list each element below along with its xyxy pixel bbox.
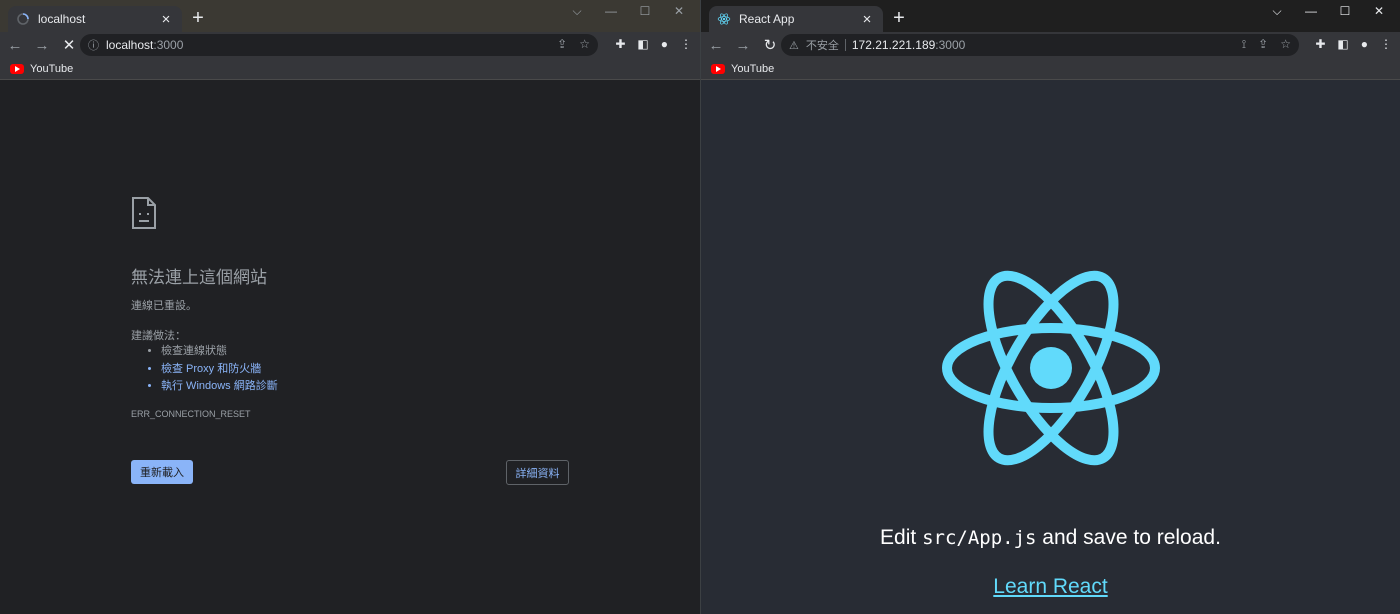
- side-panel-icon[interactable]: ◧: [1337, 37, 1348, 51]
- close-tab-icon[interactable]: ×: [859, 12, 875, 27]
- extensions-icon[interactable]: ✚: [615, 37, 625, 51]
- learn-react-link[interactable]: Learn React: [701, 575, 1400, 599]
- forward-button[interactable]: →: [731, 37, 755, 54]
- error-page: 無法連上這個網站 連線已重設。 建議做法： 檢查連線狀態 檢查 Proxy 和防…: [0, 81, 700, 614]
- profile-icon[interactable]: ●: [661, 37, 668, 51]
- omnibox-divider: [844, 39, 846, 51]
- url-port: :3000: [935, 38, 966, 52]
- youtube-icon: [711, 63, 725, 74]
- error-subtitle: 連線已重設。: [131, 300, 197, 312]
- share-icon[interactable]: ⇪: [557, 37, 567, 51]
- bookmark-youtube[interactable]: YouTube: [30, 63, 73, 75]
- reload-icon[interactable]: ↻: [758, 36, 782, 54]
- suggestions-list: 檢查連線狀態 檢查 Proxy 和防火牆 執行 Windows 網路診斷: [147, 343, 278, 396]
- tab-react-app[interactable]: React App ×: [709, 6, 883, 32]
- tab-title: localhost: [38, 12, 86, 26]
- tab-strip: localhost × + ⌵ — ☐ ✕: [0, 0, 700, 32]
- url-host: localhost: [106, 38, 154, 52]
- maximize-icon[interactable]: ☐: [628, 4, 662, 19]
- edit-file-path: src/App.js: [922, 527, 1037, 549]
- not-secure-label[interactable]: 不安全: [806, 37, 839, 53]
- address-bar[interactable]: ⚠ 不安全 172.21.221.189:3000 ⟟ ⇪ ☆: [781, 34, 1299, 56]
- extensions-icon[interactable]: ✚: [1315, 37, 1325, 51]
- bookmarks-bar: YouTube: [0, 58, 700, 80]
- network-diagnostics-link[interactable]: 執行 Windows 網路診斷: [161, 378, 278, 396]
- forward-button[interactable]: →: [30, 37, 54, 54]
- share-icon[interactable]: ⇪: [1258, 37, 1268, 52]
- tab-title: React App: [739, 12, 795, 26]
- bookmark-star-icon[interactable]: ☆: [1280, 37, 1291, 52]
- minimize-icon[interactable]: —: [1294, 4, 1328, 19]
- loading-spinner-icon: [17, 13, 29, 25]
- list-item: 檢查連線狀態: [161, 343, 278, 361]
- window-controls: ⌵ — ☐ ✕: [560, 4, 696, 19]
- url-port: :3000: [153, 38, 184, 52]
- tab-localhost[interactable]: localhost ×: [8, 6, 182, 32]
- new-tab-button[interactable]: +: [188, 8, 208, 28]
- tab-search-icon[interactable]: ⌵: [1260, 4, 1294, 19]
- react-logo-icon: [942, 270, 1160, 466]
- address-bar[interactable]: ⓘ localhost:3000 ⇪ ☆: [80, 34, 598, 56]
- toolbar: ← → ↻ ⚠ 不安全 172.21.221.189:3000 ⟟ ⇪ ☆ ✚ …: [701, 32, 1400, 58]
- profile-icon[interactable]: ●: [1361, 37, 1368, 51]
- react-app-page: Edit src/App.js and save to reload. Lear…: [701, 81, 1400, 614]
- close-window-icon[interactable]: ✕: [662, 4, 696, 19]
- toolbar: ← → ✕ ⓘ localhost:3000 ⇪ ☆ ✚ ◧ ● ⋮: [0, 32, 700, 58]
- bookmarks-bar: YouTube: [701, 58, 1400, 80]
- edit-instructions: Edit src/App.js and save to reload.: [701, 526, 1400, 550]
- maximize-icon[interactable]: ☐: [1328, 4, 1362, 19]
- tab-strip: React App × + ⌵ — ☐ ✕: [701, 0, 1400, 32]
- back-button[interactable]: ←: [704, 37, 728, 54]
- reload-button[interactable]: 重新載入: [131, 460, 193, 484]
- close-tab-icon[interactable]: ×: [158, 12, 174, 27]
- stop-button[interactable]: ✕: [57, 36, 81, 54]
- browser-window-right: React App × + ⌵ — ☐ ✕ ← → ↻ ⚠ 不安全 172.21…: [700, 0, 1400, 614]
- warning-icon[interactable]: ⚠: [789, 39, 799, 52]
- translate-icon[interactable]: ⟟: [1242, 37, 1246, 52]
- menu-icon[interactable]: ⋮: [1380, 37, 1392, 51]
- window-controls: ⌵ — ☐ ✕: [1260, 4, 1396, 19]
- edit-suffix: and save to reload.: [1036, 526, 1221, 549]
- youtube-icon: [10, 63, 24, 74]
- react-favicon-icon: [717, 13, 731, 25]
- browser-window-left: localhost × + ⌵ — ☐ ✕ ← → ✕ ⓘ localhost:…: [0, 0, 700, 614]
- bookmark-star-icon[interactable]: ☆: [579, 37, 590, 51]
- suggestions-heading: 建議做法：: [131, 330, 186, 342]
- info-icon[interactable]: ⓘ: [88, 37, 99, 53]
- minimize-icon[interactable]: —: [594, 4, 628, 19]
- back-button[interactable]: ←: [3, 37, 27, 54]
- menu-icon[interactable]: ⋮: [680, 37, 692, 51]
- new-tab-button[interactable]: +: [889, 8, 909, 28]
- edit-prefix: Edit: [880, 526, 923, 549]
- tab-search-icon[interactable]: ⌵: [560, 4, 594, 19]
- url-host: 172.21.221.189: [851, 38, 936, 52]
- sad-document-icon: [132, 197, 156, 229]
- error-code: ERR_CONNECTION_RESET: [131, 409, 251, 419]
- close-window-icon[interactable]: ✕: [1362, 4, 1396, 19]
- details-button[interactable]: 詳細資料: [506, 460, 569, 485]
- error-title: 無法連上這個網站: [131, 268, 267, 287]
- proxy-firewall-link[interactable]: 檢查 Proxy 和防火牆: [161, 361, 278, 379]
- bookmark-youtube[interactable]: YouTube: [731, 63, 774, 75]
- side-panel-icon[interactable]: ◧: [637, 37, 648, 51]
